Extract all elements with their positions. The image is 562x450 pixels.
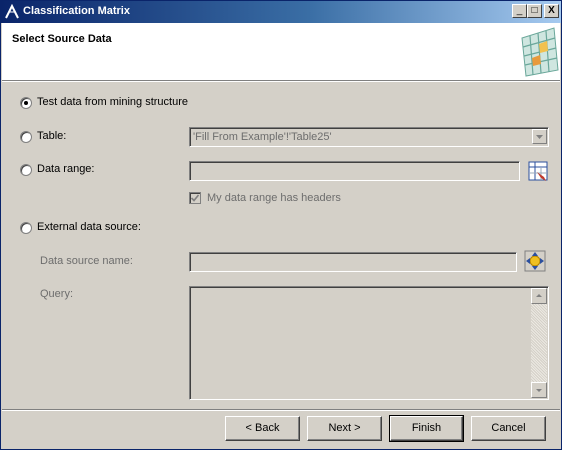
external-source-label[interactable]: External data source: — [37, 221, 141, 233]
data-source-name-input[interactable] — [189, 252, 517, 272]
query-textarea[interactable] — [189, 286, 549, 400]
footer-divider-highlight — [2, 410, 560, 411]
query-scrollbar[interactable] — [531, 288, 547, 398]
radio-table[interactable] — [20, 131, 32, 143]
minimize-button[interactable]: _ — [512, 4, 527, 18]
radio-data-range[interactable] — [20, 164, 32, 176]
radio-external-source[interactable] — [20, 222, 32, 234]
dialog-window: Classification Matrix _ □ X Select Sourc… — [0, 0, 562, 450]
header-divider — [2, 81, 560, 82]
data-source-name-label: Data source name: — [40, 255, 133, 267]
next-button[interactable]: Next > — [307, 416, 382, 441]
app-icon — [5, 4, 19, 19]
data-source-browse-icon[interactable] — [524, 250, 546, 272]
page-title: Select Source Data — [12, 33, 112, 45]
cancel-button[interactable]: Cancel — [471, 416, 546, 441]
data-range-input[interactable] — [189, 161, 520, 181]
table-value: 'Fill From Example'!'Table25' — [193, 131, 332, 143]
table-label[interactable]: Table: — [37, 130, 66, 142]
maximize-button[interactable]: □ — [527, 4, 542, 18]
table-combobox[interactable]: 'Fill From Example'!'Table25' — [189, 127, 549, 147]
matrix-grid-icon — [521, 27, 559, 77]
scroll-down-icon[interactable] — [531, 382, 547, 398]
radio-test-data[interactable] — [20, 97, 32, 109]
data-range-label[interactable]: Data range: — [37, 163, 94, 175]
close-button[interactable]: X — [544, 4, 559, 18]
test-data-label[interactable]: Test data from mining structure — [37, 96, 188, 108]
chevron-down-icon[interactable] — [532, 129, 547, 144]
finish-button[interactable]: Finish — [389, 415, 464, 442]
range-select-icon[interactable] — [527, 160, 549, 182]
header-panel: Select Source Data — [2, 23, 560, 81]
scroll-up-icon[interactable] — [531, 288, 547, 304]
back-button[interactable]: < Back — [225, 416, 300, 441]
query-label: Query: — [40, 288, 74, 300]
window-title: Classification Matrix — [23, 5, 130, 17]
title-bar[interactable]: Classification Matrix _ □ X — [1, 1, 561, 23]
headers-checkbox-label: My data range has headers — [207, 192, 341, 204]
headers-checkbox[interactable] — [189, 192, 201, 204]
